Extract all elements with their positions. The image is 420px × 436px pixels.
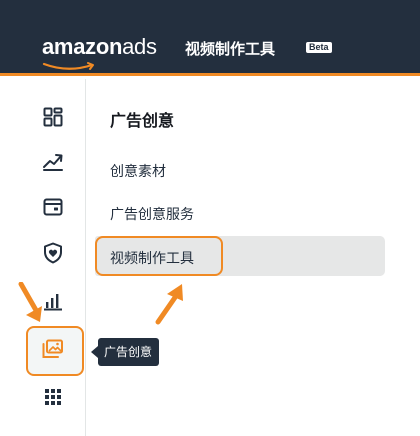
menu-item-creative-services[interactable]: 广告创意服务 (110, 204, 194, 224)
amazon-ads-logo[interactable]: amazonads (42, 34, 157, 60)
tool-title: 视频制作工具 (185, 41, 276, 58)
sidebar-item-brand-safety[interactable] (41, 241, 65, 265)
sidebar-item-creatives[interactable] (41, 337, 65, 361)
sidebar-item-apps[interactable] (41, 385, 65, 409)
menu-item-video-builder-label: 视频制作工具 (110, 250, 194, 266)
sidebar-item-dashboard[interactable] (41, 105, 65, 129)
sidebar-item-campaigns[interactable] (41, 149, 65, 173)
apps-grid-icon (45, 389, 61, 405)
sidebar-item-billing[interactable] (41, 195, 65, 219)
annotation-arrow-down-icon (18, 282, 42, 322)
panel-title: 广告创意 (110, 113, 175, 130)
sidebar (21, 79, 86, 436)
menu-item-creative-assets[interactable]: 创意素材 (110, 161, 166, 181)
shield-heart-icon (44, 242, 62, 264)
dashboard-grid-icon (43, 107, 63, 127)
annotation-arrow-up-icon (155, 284, 183, 325)
top-navigation-bar: amazonads 视频制作工具 Beta (0, 0, 420, 76)
wallet-icon (43, 198, 63, 216)
tooltip-arrow (91, 346, 98, 358)
logo-smile-icon (42, 62, 94, 70)
creative-images-icon (42, 339, 63, 358)
trend-chart-icon (43, 154, 63, 171)
beta-badge: Beta (306, 42, 332, 53)
sidebar-tooltip: 广告创意 (98, 338, 160, 366)
